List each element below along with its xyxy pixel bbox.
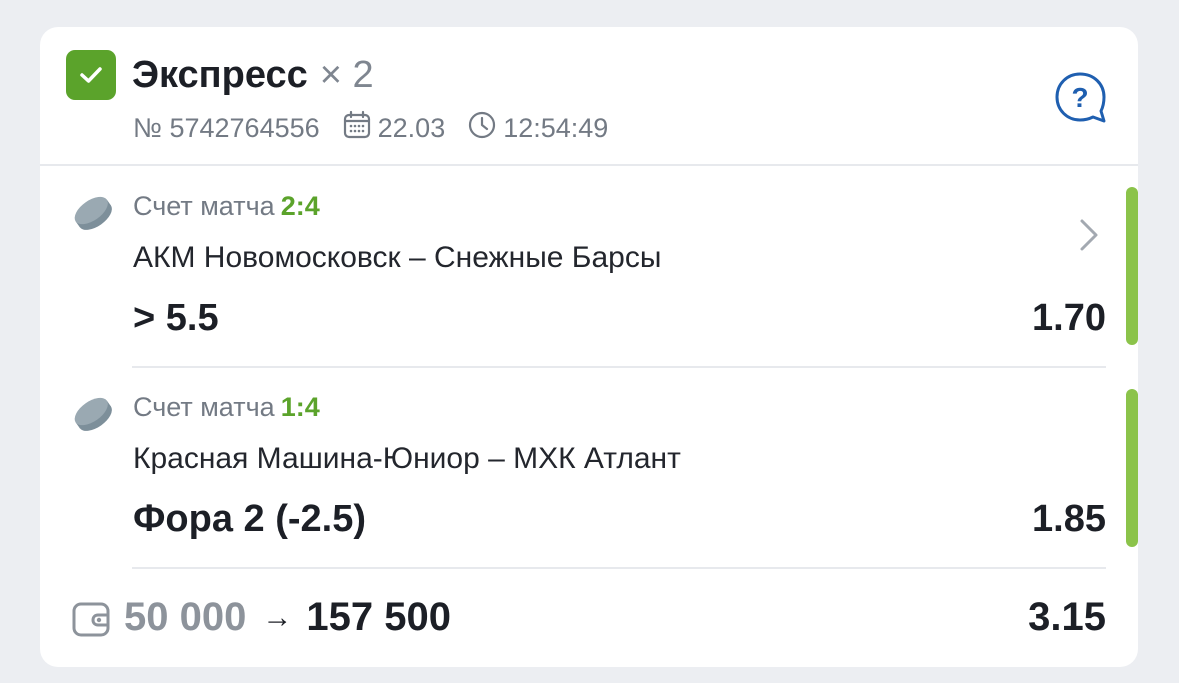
score-row: Счет матча 2:4 [133,191,320,222]
bet-card: Экспресс × 2 № 5742764556 22.03 12:54:49… [40,27,1138,667]
win-status-bar [1126,389,1138,547]
total-odds: 3.15 [1028,595,1106,639]
win-status-bar [1126,187,1138,345]
header-divider [40,164,1138,166]
wallet-icon [72,600,112,643]
help-chat-icon[interactable]: ? [1054,71,1108,125]
bet-summary: 50 000 → 157 500 3.15 [40,569,1138,667]
stake-payout: 50 000 → 157 500 [124,595,451,640]
bet-meta: № 5742764556 22.03 12:54:49 [133,110,609,147]
clock-icon [467,110,497,147]
bet-odds: 1.70 [1032,297,1106,339]
bet-header: Экспресс × 2 № 5742764556 22.03 12:54:49… [40,27,1138,165]
bet-item[interactable]: Счет матча 2:4 АКМ Новомосковск – Снежные… [40,167,1138,367]
bet-outcome: > 5.5 [133,297,219,339]
bet-outcome: Фора 2 (-2.5) [133,498,367,540]
match-teams: АКМ Новомосковск – Снежные Барсы [133,241,662,274]
match-score: 1:4 [280,392,320,422]
hockey-puck-icon [70,394,116,439]
score-row: Счет матча 1:4 [133,392,320,423]
payout-amount: 157 500 [306,595,451,639]
ticket-number: № 5742764556 [133,112,320,143]
score-label: Счет матча [133,191,275,221]
bet-item[interactable]: Счет матча 1:4 Красная Машина-Юниор – МХК… [40,368,1138,568]
bet-type-title: Экспресс [132,53,308,96]
score-label: Счет матча [133,392,275,422]
chevron-right-icon[interactable] [1076,217,1102,258]
match-score: 2:4 [280,191,320,221]
bet-date: 22.03 [377,112,446,143]
stake-amount: 50 000 [124,595,247,639]
arrow-right-icon: → [262,600,293,634]
bet-multiplier: × 2 [319,53,374,96]
title-row: Экспресс × 2 [132,50,374,100]
hockey-puck-icon [70,193,116,238]
svg-text:?: ? [1071,82,1088,113]
match-teams: Красная Машина-Юниор – МХК Атлант [133,442,681,475]
bet-time: 12:54:49 [503,112,609,143]
calendar-icon [342,110,372,147]
checkbox-checked-icon [66,50,116,100]
bet-odds: 1.85 [1032,498,1106,540]
